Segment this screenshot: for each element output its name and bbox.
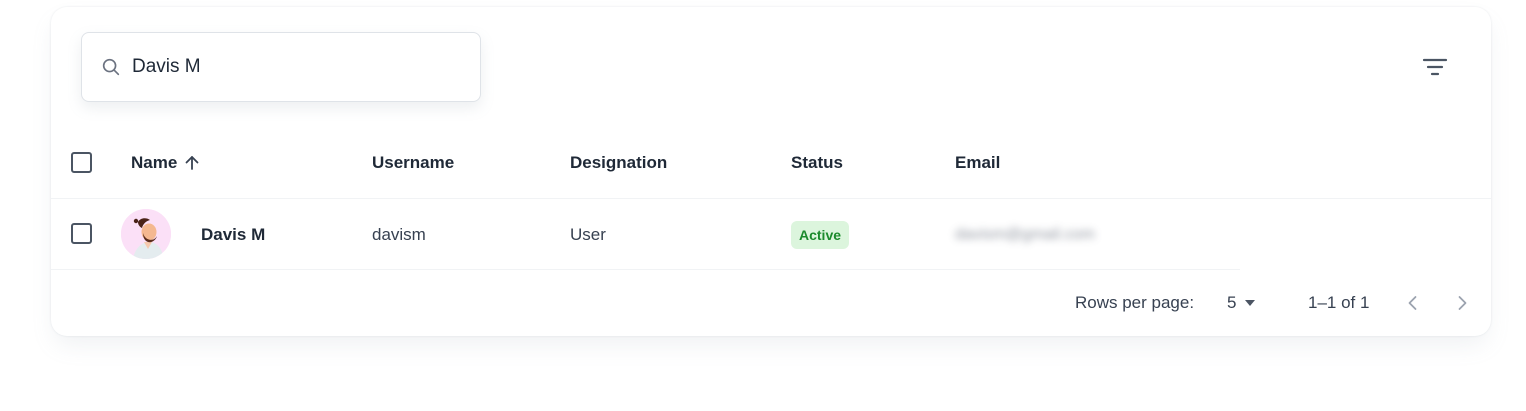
table-pagination: Rows per page: 5 1–1 of 1 xyxy=(51,271,1491,335)
select-all-checkbox[interactable] xyxy=(71,152,92,173)
column-header-label: Username xyxy=(372,153,455,172)
row-checkbox[interactable] xyxy=(71,223,92,244)
rows-per-page-select[interactable]: 5 xyxy=(1227,287,1256,319)
column-header-status[interactable]: Status xyxy=(791,127,843,199)
rows-per-page-value: 5 xyxy=(1227,293,1237,312)
column-header-designation[interactable]: Designation xyxy=(570,127,667,199)
column-header-label: Status xyxy=(791,153,843,172)
rows-per-page-label: Rows per page: xyxy=(1075,293,1195,312)
user-avatar-illustration xyxy=(121,209,171,259)
arrow-up-icon xyxy=(185,156,199,170)
table-row[interactable]: Davis M davism User Active davism@gmail.… xyxy=(51,199,1240,270)
column-header-email[interactable]: Email xyxy=(955,127,1000,199)
filter-button[interactable] xyxy=(1417,51,1453,83)
cell-username: davism xyxy=(372,224,426,244)
search-icon xyxy=(102,58,120,76)
avatar xyxy=(121,209,171,259)
chevron-right-icon xyxy=(1458,296,1467,310)
cell-email: davism@gmail.com xyxy=(955,225,1095,243)
table-header-row: Name Username Designation Status Email xyxy=(51,127,1491,199)
next-page-button[interactable] xyxy=(1446,287,1478,319)
pagination-range: 1–1 of 1 xyxy=(1308,293,1370,312)
column-header-name[interactable]: Name xyxy=(131,127,201,199)
caret-down-icon xyxy=(1245,300,1256,306)
users-table-card: Name Username Designation Status Email xyxy=(51,7,1491,336)
filter-list-icon xyxy=(1422,58,1448,76)
column-header-label: Email xyxy=(955,153,1001,172)
search-box[interactable] xyxy=(81,32,481,102)
chevron-left-icon xyxy=(1408,296,1417,310)
cell-designation: User xyxy=(570,224,606,244)
search-input[interactable] xyxy=(132,56,452,78)
status-badge: Active xyxy=(791,221,850,249)
previous-page-button[interactable] xyxy=(1397,287,1429,319)
column-header-label: Designation xyxy=(570,153,668,172)
column-header-username[interactable]: Username xyxy=(372,127,454,199)
column-header-label: Name xyxy=(131,153,178,172)
cell-name: Davis M xyxy=(201,224,266,244)
